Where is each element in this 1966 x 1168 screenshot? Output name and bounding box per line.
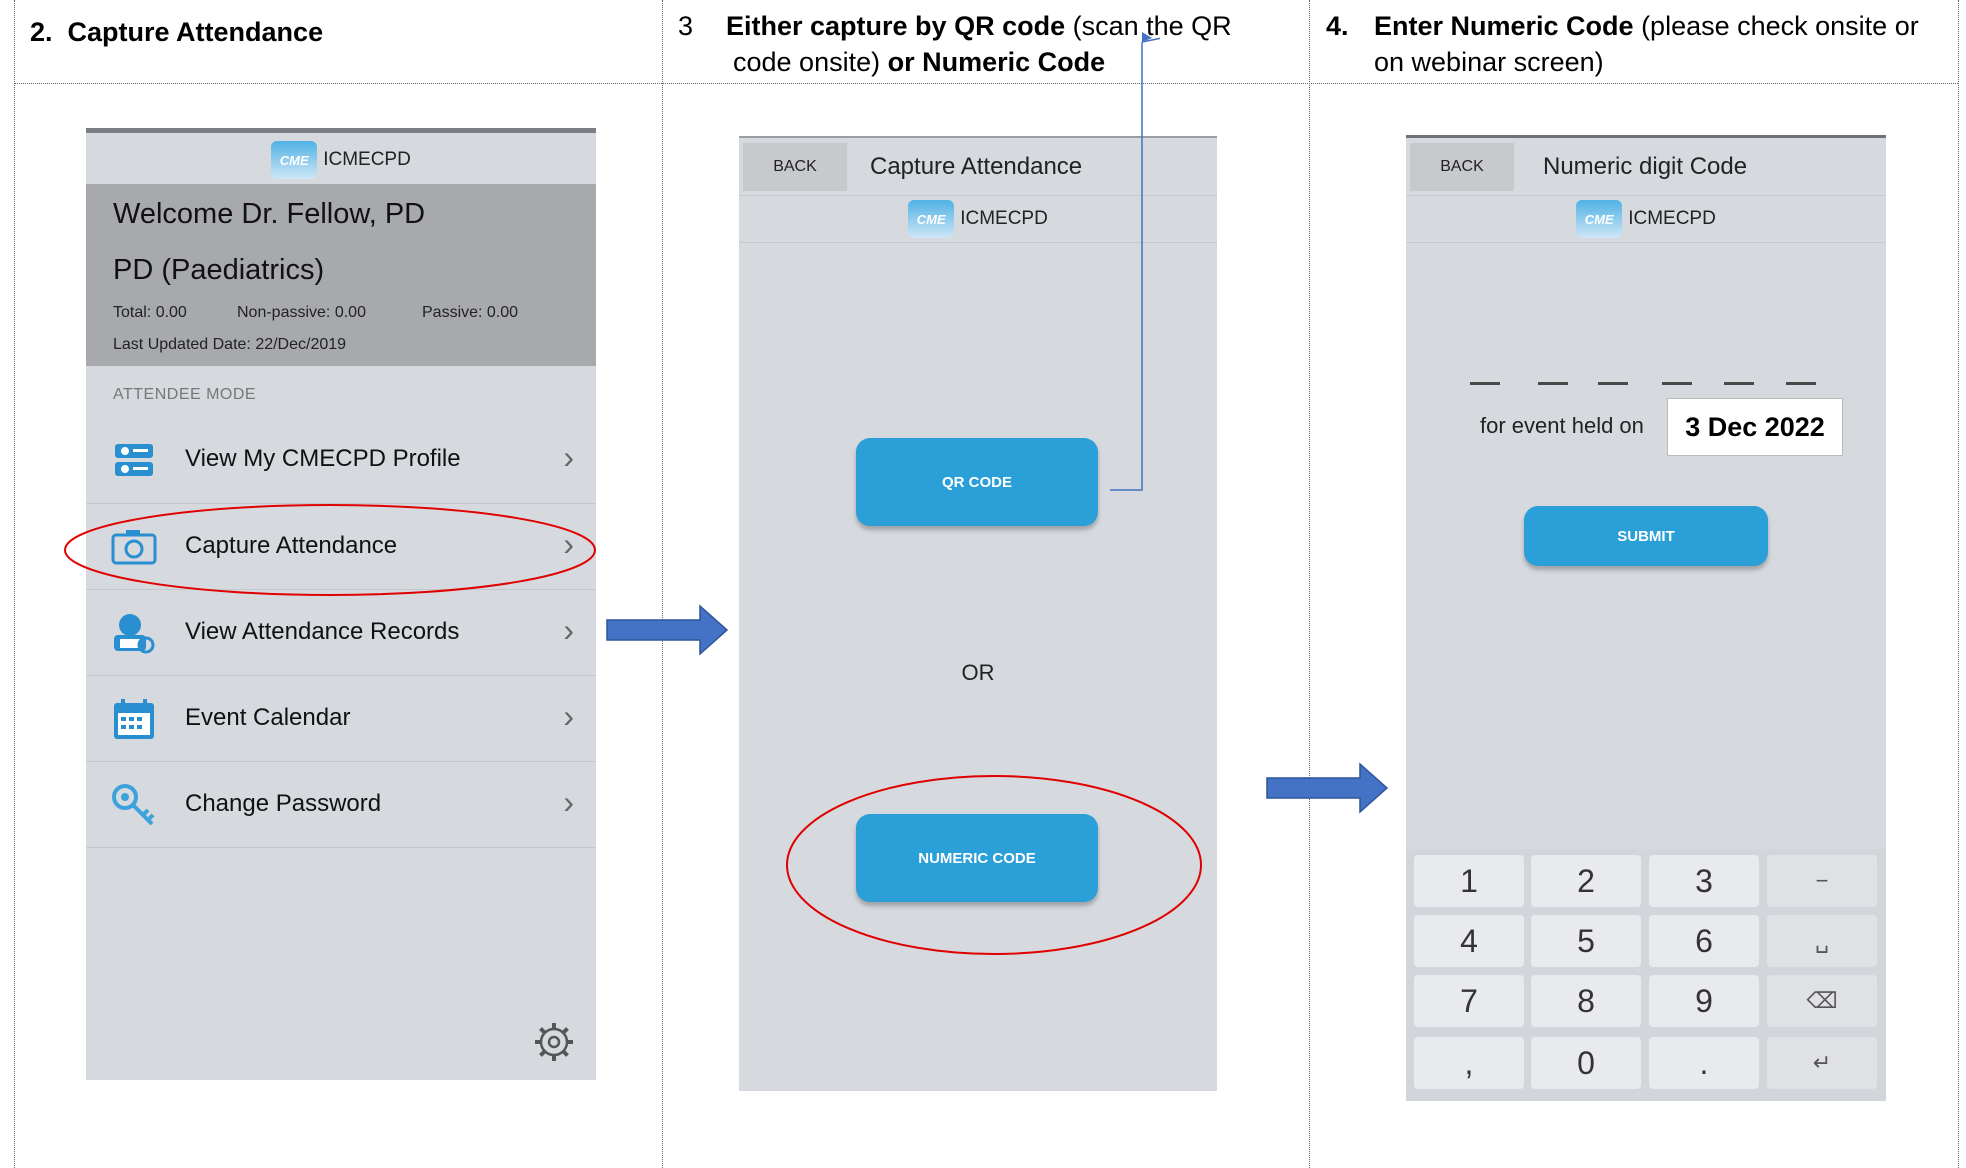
event-label: for event held on: [1480, 413, 1644, 438]
or-text: OR: [961, 660, 995, 685]
grid-line: [1309, 0, 1310, 1168]
highlight-ellipse: [64, 504, 596, 596]
menu-label: View My CMECPD Profile: [185, 445, 461, 472]
key-7[interactable]: 7: [1414, 975, 1524, 1027]
welcome-text: Welcome Dr. Fellow, PD: [113, 198, 426, 230]
passive-points: Passive: 0.00: [422, 304, 519, 321]
digit-slot: [1470, 382, 1500, 385]
key-minus[interactable]: −: [1767, 855, 1877, 907]
last-updated: Last Updated Date: 22/Dec/2019: [113, 336, 347, 353]
app-brand: ICMECPD: [323, 149, 411, 170]
event-date: 3 Dec 2022: [1667, 398, 1843, 456]
key-1[interactable]: 1: [1414, 855, 1524, 907]
grid-line: [14, 83, 1958, 84]
key-enter[interactable]: ↵: [1767, 1037, 1877, 1089]
grid-line: [14, 0, 15, 1168]
arrow-right-icon: [606, 604, 729, 656]
highlight-ellipse: [786, 775, 1202, 955]
menu-item-attendance-records[interactable]: View Attendance Records ›: [86, 589, 596, 676]
gear-icon[interactable]: [532, 1020, 576, 1069]
chevron-right-icon: ›: [563, 439, 574, 475]
main-menu-screen: CME ICMECPD Welcome Dr. Fellow, PD PD (P…: [86, 128, 596, 1080]
chevron-right-icon: ›: [563, 612, 574, 648]
key-period[interactable]: .: [1649, 1037, 1759, 1089]
key-9[interactable]: 9: [1649, 975, 1759, 1027]
menu-item-event-calendar[interactable]: Event Calendar ›: [86, 675, 596, 762]
chevron-right-icon: ›: [563, 784, 574, 820]
back-button[interactable]: BACK: [1410, 143, 1514, 191]
key-2[interactable]: 2: [1531, 855, 1641, 907]
non-passive-points: Non-passive: 0.00: [237, 304, 366, 321]
grid-line: [1958, 0, 1959, 1168]
screen-title: Capture Attendance: [870, 153, 1083, 180]
qr-code-button[interactable]: QR CODE: [856, 438, 1098, 526]
cme-logo-icon: CME: [908, 200, 955, 238]
key-space[interactable]: ␣: [1767, 915, 1877, 967]
column-header-3: 3 Either capture by QR code (scan the QR …: [678, 11, 1232, 77]
screen-title: Numeric digit Code: [1543, 153, 1748, 180]
status-line: [1406, 135, 1886, 138]
profile-icon: [110, 437, 158, 483]
column-header-2: 2. Capture Attendance: [30, 17, 324, 47]
submit-button[interactable]: SUBMIT: [1524, 506, 1768, 566]
key-comma[interactable]: ,: [1414, 1037, 1524, 1089]
menu-divider: [86, 847, 596, 848]
digit-slot: [1538, 382, 1568, 385]
app-brand: ICMECPD: [1628, 208, 1716, 229]
key-backspace[interactable]: ⌫: [1767, 975, 1877, 1027]
menu-item-profile[interactable]: View My CMECPD Profile ›: [86, 417, 596, 503]
key-5[interactable]: 5: [1531, 915, 1641, 967]
profile-panel: Welcome Dr. Fellow, PD PD (Paediatrics) …: [86, 184, 596, 366]
total-points: Total: 0.00: [113, 304, 187, 321]
app-header: CME ICMECPD: [86, 136, 596, 184]
key-6[interactable]: 6: [1649, 915, 1759, 967]
mode-label: ATTENDEE MODE: [113, 386, 257, 403]
menu-item-change-password[interactable]: Change Password ›: [86, 761, 596, 848]
digit-slot: [1786, 382, 1816, 385]
key-8[interactable]: 8: [1531, 975, 1641, 1027]
column-header-4: 4. Enter Numeric Code (please check onsit…: [1326, 11, 1919, 77]
key-icon: [110, 782, 158, 828]
cme-logo-icon: CME: [1576, 200, 1623, 238]
digit-slot: [1724, 382, 1754, 385]
chevron-right-icon: ›: [563, 698, 574, 734]
connector-line: [1110, 32, 1160, 491]
numeric-keypad: 1 2 3 − 4 5 6 ␣ 7 8 9 ⌫ , 0 . ↵: [1406, 849, 1886, 1101]
digit-slot: [1662, 382, 1692, 385]
grid-line: [662, 0, 663, 1168]
digit-slot: [1598, 382, 1628, 385]
numeric-code-screen: BACK Numeric digit Code CME ICMECPD for …: [1406, 135, 1886, 1101]
records-icon: [110, 610, 158, 656]
menu-label: Event Calendar: [185, 704, 351, 731]
key-3[interactable]: 3: [1649, 855, 1759, 907]
nav-bar: BACK Numeric digit Code: [1406, 139, 1886, 196]
status-line: [86, 128, 596, 133]
menu-label: View Attendance Records: [185, 618, 460, 645]
arrow-right-icon: [1266, 762, 1389, 814]
back-button[interactable]: BACK: [743, 143, 847, 191]
key-0[interactable]: 0: [1531, 1037, 1641, 1089]
app-brand: ICMECPD: [960, 208, 1048, 229]
cme-logo-icon: CME: [271, 141, 318, 179]
calendar-icon: [110, 696, 158, 742]
app-header: CME ICMECPD: [1406, 196, 1886, 243]
specialty-text: PD (Paediatrics): [113, 254, 325, 286]
key-4[interactable]: 4: [1414, 915, 1524, 967]
menu-label: Change Password: [185, 790, 382, 817]
